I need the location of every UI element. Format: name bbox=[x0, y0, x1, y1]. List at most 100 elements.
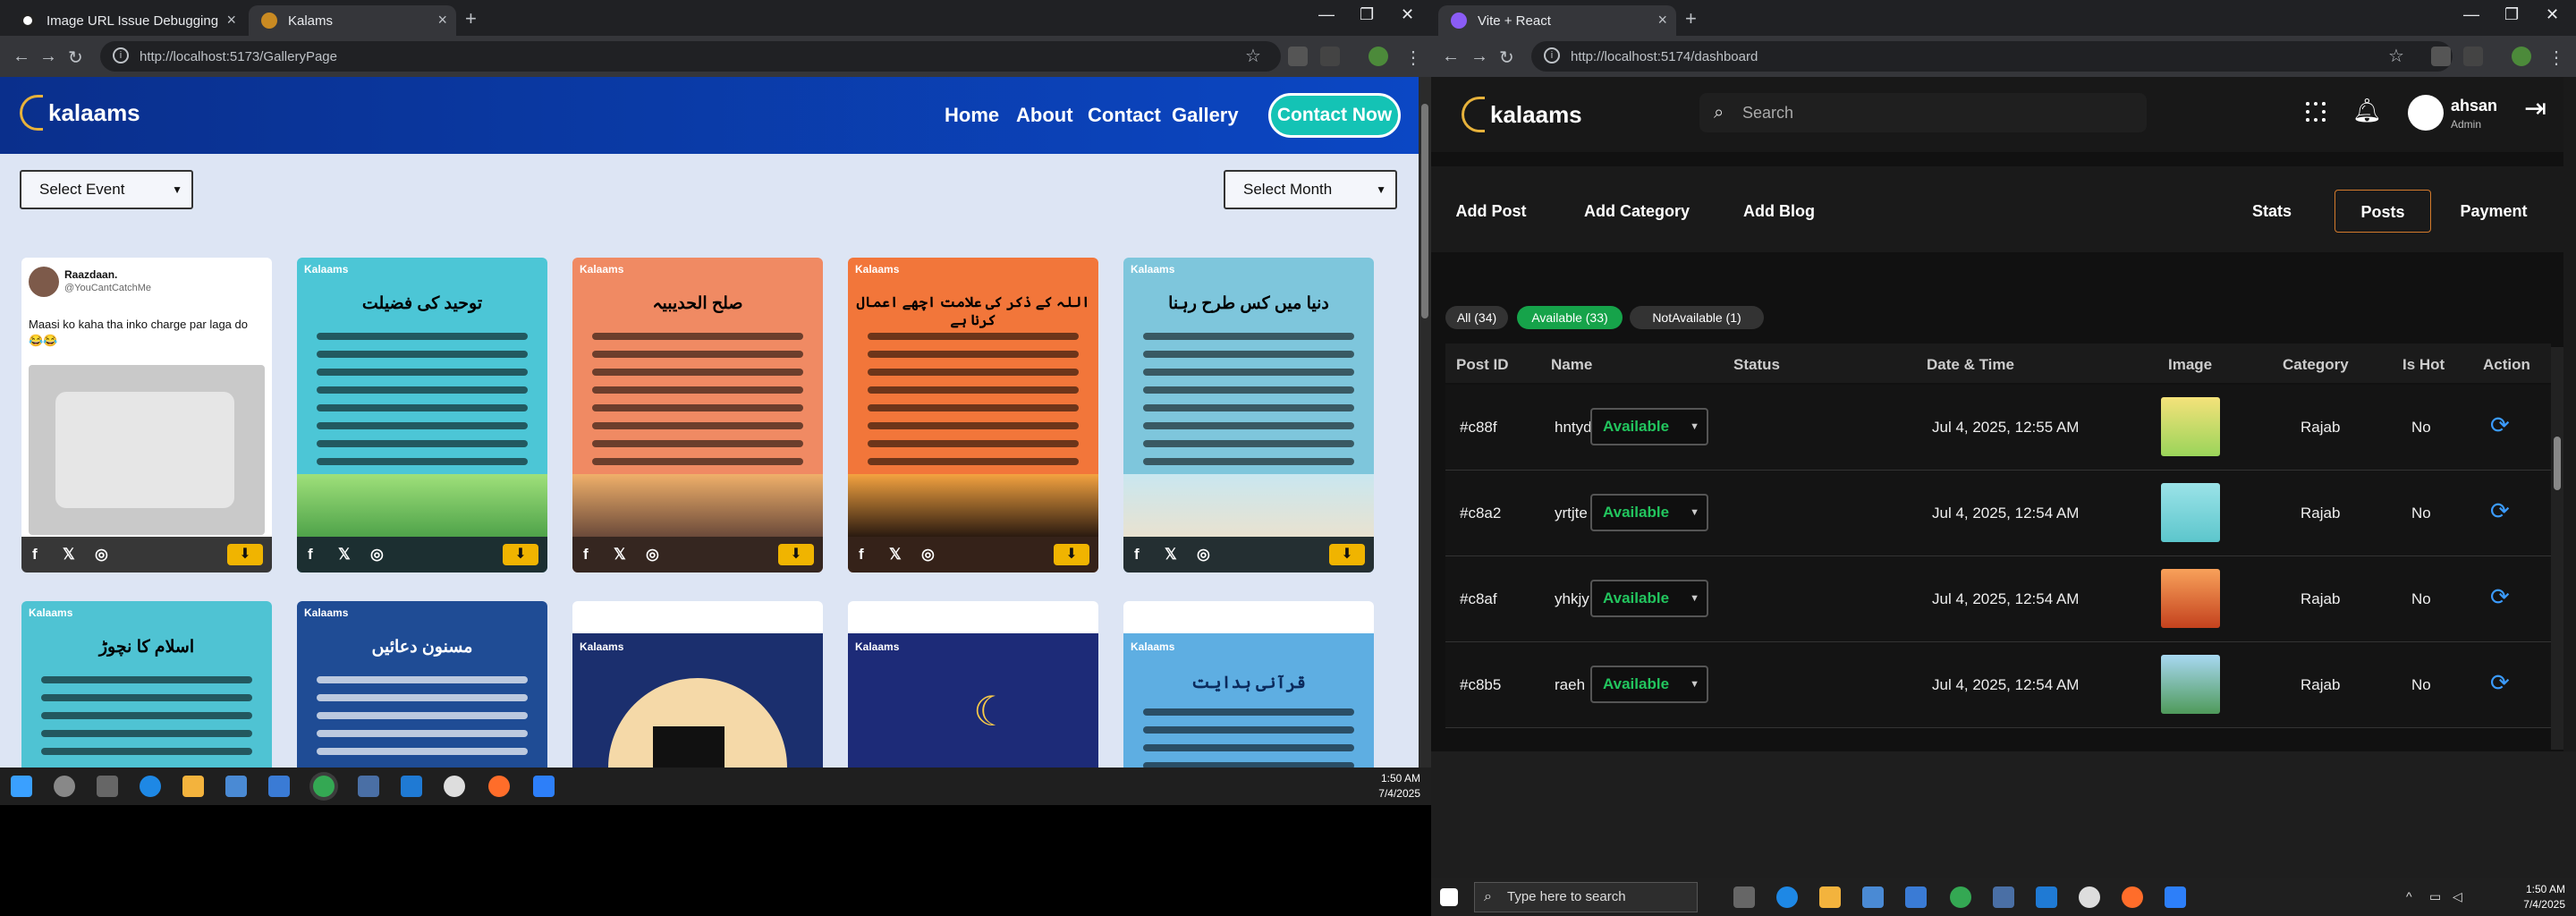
site-info-icon[interactable]: i bbox=[1544, 47, 1560, 64]
page-scrollbar[interactable] bbox=[1419, 77, 1431, 769]
extension-icon[interactable] bbox=[1288, 47, 1308, 66]
nav-home[interactable]: Home bbox=[945, 104, 999, 127]
store-icon[interactable] bbox=[225, 776, 247, 797]
gallery-card[interactable]: Kalaams دنیا میں کس طرح رہنا f 𝕏 ◎ ⬇ bbox=[1123, 258, 1374, 572]
post-thumbnail[interactable] bbox=[2161, 483, 2220, 542]
gallery-card[interactable]: Kalaams اسلام کا نچوڑ bbox=[21, 601, 272, 769]
nav-about[interactable]: About bbox=[1016, 104, 1073, 127]
taskbar-clock[interactable]: 1:50 AM 7/4/2025 bbox=[2523, 882, 2565, 912]
table-scrollbar[interactable] bbox=[2551, 347, 2563, 750]
task-view-icon[interactable] bbox=[1733, 886, 1755, 908]
instagram-icon[interactable]: ◎ bbox=[921, 546, 935, 564]
bookmark-star-icon[interactable]: ☆ bbox=[1245, 45, 1261, 67]
nav-contact[interactable]: Contact bbox=[1088, 104, 1161, 127]
close-window-icon[interactable]: ✕ bbox=[1401, 5, 1414, 24]
status-select[interactable]: Available ▼ bbox=[1590, 494, 1708, 531]
facebook-icon[interactable]: f bbox=[32, 546, 38, 564]
refresh-icon[interactable]: ⟳ bbox=[2490, 669, 2510, 697]
gallery-card[interactable]: Kalaams صلح الحدیبیہ f 𝕏 ◎ ⬇ bbox=[572, 258, 823, 572]
gallery-card[interactable]: Kalaams اللہ کے ذکر کی علامت اچھے اعمال … bbox=[848, 258, 1098, 572]
filter-all[interactable]: All (34) bbox=[1445, 306, 1508, 329]
postman-icon[interactable] bbox=[2122, 886, 2143, 908]
tray-chevron-icon[interactable]: ^ bbox=[2406, 889, 2412, 903]
app-icon[interactable] bbox=[2079, 886, 2100, 908]
tab-stats[interactable]: Stats bbox=[2227, 190, 2317, 233]
bookmark-star-icon[interactable]: ☆ bbox=[2388, 45, 2404, 67]
refresh-icon[interactable]: ⟳ bbox=[2490, 583, 2510, 611]
post-thumbnail[interactable] bbox=[2161, 397, 2220, 456]
contact-now-button[interactable]: Contact Now bbox=[1268, 93, 1401, 138]
app-icon[interactable] bbox=[444, 776, 465, 797]
maximize-icon[interactable]: ❐ bbox=[1360, 5, 1374, 24]
x-icon[interactable]: 𝕏 bbox=[338, 546, 351, 564]
x-icon[interactable]: 𝕏 bbox=[1165, 546, 1177, 564]
profile-avatar[interactable] bbox=[2512, 47, 2531, 66]
instagram-icon[interactable]: ◎ bbox=[646, 546, 659, 564]
post-thumbnail[interactable] bbox=[2161, 655, 2220, 714]
add-category-button[interactable]: Add Category bbox=[1565, 190, 1708, 233]
vscode-icon[interactable] bbox=[2036, 886, 2057, 908]
refresh-icon[interactable]: ⟳ bbox=[2490, 411, 2510, 439]
close-tab-icon[interactable]: × bbox=[437, 11, 447, 30]
gallery-card[interactable]: Kalaams قرآنی ہدایت bbox=[1123, 601, 1374, 769]
x-icon[interactable]: 𝕏 bbox=[889, 546, 902, 564]
x-icon[interactable]: 𝕏 bbox=[63, 546, 75, 564]
app-icon[interactable] bbox=[358, 776, 379, 797]
gallery-card[interactable]: Kalaams ☾ bbox=[848, 601, 1098, 769]
add-post-button[interactable]: Add Post bbox=[1431, 190, 1551, 233]
filter-not-available[interactable]: NotAvailable (1) bbox=[1630, 306, 1764, 329]
vscode-icon[interactable] bbox=[401, 776, 422, 797]
tab-vite-react[interactable]: Vite + React × bbox=[1438, 5, 1676, 36]
windows-start-icon[interactable] bbox=[1440, 888, 1458, 906]
chrome-icon[interactable] bbox=[313, 776, 335, 797]
user-avatar-icon[interactable] bbox=[2408, 95, 2444, 131]
chrome-icon[interactable] bbox=[1950, 886, 1971, 908]
gallery-card[interactable]: Kalaams مسنون دعائیں bbox=[297, 601, 547, 769]
reload-icon[interactable]: ↻ bbox=[1499, 47, 1514, 69]
gallery-card[interactable]: Kalaams توحید کی فضیلت f 𝕏 ◎ ⬇ bbox=[297, 258, 547, 572]
bell-icon[interactable]: 🔔︎ bbox=[2352, 97, 2382, 124]
scrollbar-thumb[interactable] bbox=[2554, 437, 2561, 490]
extension-icon[interactable] bbox=[2431, 47, 2451, 66]
x-icon[interactable]: 𝕏 bbox=[614, 546, 626, 564]
file-explorer-icon[interactable] bbox=[182, 776, 204, 797]
page-scrollbar[interactable] bbox=[2563, 77, 2576, 751]
back-icon[interactable]: ← bbox=[13, 47, 30, 67]
site-logo[interactable]: kalaams bbox=[20, 95, 140, 131]
new-tab-icon[interactable]: + bbox=[1685, 7, 1697, 30]
task-view-icon[interactable] bbox=[97, 776, 118, 797]
windows-start-icon[interactable] bbox=[11, 776, 32, 797]
minimize-icon[interactable]: — bbox=[1318, 5, 1335, 24]
instagram-icon[interactable]: ◎ bbox=[370, 546, 384, 564]
tab-kalams[interactable]: Kalams × bbox=[249, 5, 456, 36]
add-blog-button[interactable]: Add Blog bbox=[1721, 190, 1837, 233]
status-select[interactable]: Available ▼ bbox=[1590, 580, 1708, 617]
status-select[interactable]: Available ▼ bbox=[1590, 666, 1708, 703]
filter-available[interactable]: Available (33) bbox=[1517, 306, 1623, 329]
tab-payment[interactable]: Payment bbox=[2442, 190, 2546, 233]
mail-icon[interactable] bbox=[1905, 886, 1927, 908]
close-tab-icon[interactable]: × bbox=[1657, 11, 1667, 30]
taskbar-search-input[interactable]: ⌕ Type here to search bbox=[1474, 882, 1698, 912]
forward-icon[interactable]: → bbox=[1470, 47, 1488, 67]
instagram-icon[interactable]: ◎ bbox=[1197, 546, 1210, 564]
site-info-icon[interactable]: i bbox=[113, 47, 129, 64]
taskbar-clock[interactable]: 1:50 AM 7/4/2025 bbox=[1378, 771, 1420, 802]
refresh-icon[interactable]: ⟳ bbox=[2490, 497, 2510, 525]
close-window-icon[interactable]: ✕ bbox=[2546, 5, 2559, 24]
store-icon[interactable] bbox=[1862, 886, 1884, 908]
postman-icon[interactable] bbox=[488, 776, 510, 797]
minimize-icon[interactable]: — bbox=[2463, 5, 2479, 24]
kebab-menu-icon[interactable]: ⋮ bbox=[1404, 47, 1422, 69]
app-icon[interactable] bbox=[1993, 886, 2014, 908]
gallery-card[interactable]: Kalaams bbox=[572, 601, 823, 769]
kebab-menu-icon[interactable]: ⋮ bbox=[2547, 47, 2565, 69]
volume-icon[interactable]: ◁ bbox=[2453, 889, 2462, 904]
url-input[interactable]: i http://localhost:5173/GalleryPage bbox=[100, 41, 1281, 72]
facebook-icon[interactable]: f bbox=[859, 546, 864, 564]
download-icon[interactable]: ⬇ bbox=[1054, 544, 1089, 565]
download-icon[interactable]: ⬇ bbox=[778, 544, 814, 565]
close-tab-icon[interactable]: × bbox=[226, 11, 236, 30]
facebook-icon[interactable]: f bbox=[1134, 546, 1140, 564]
download-icon[interactable]: ⬇ bbox=[503, 544, 538, 565]
